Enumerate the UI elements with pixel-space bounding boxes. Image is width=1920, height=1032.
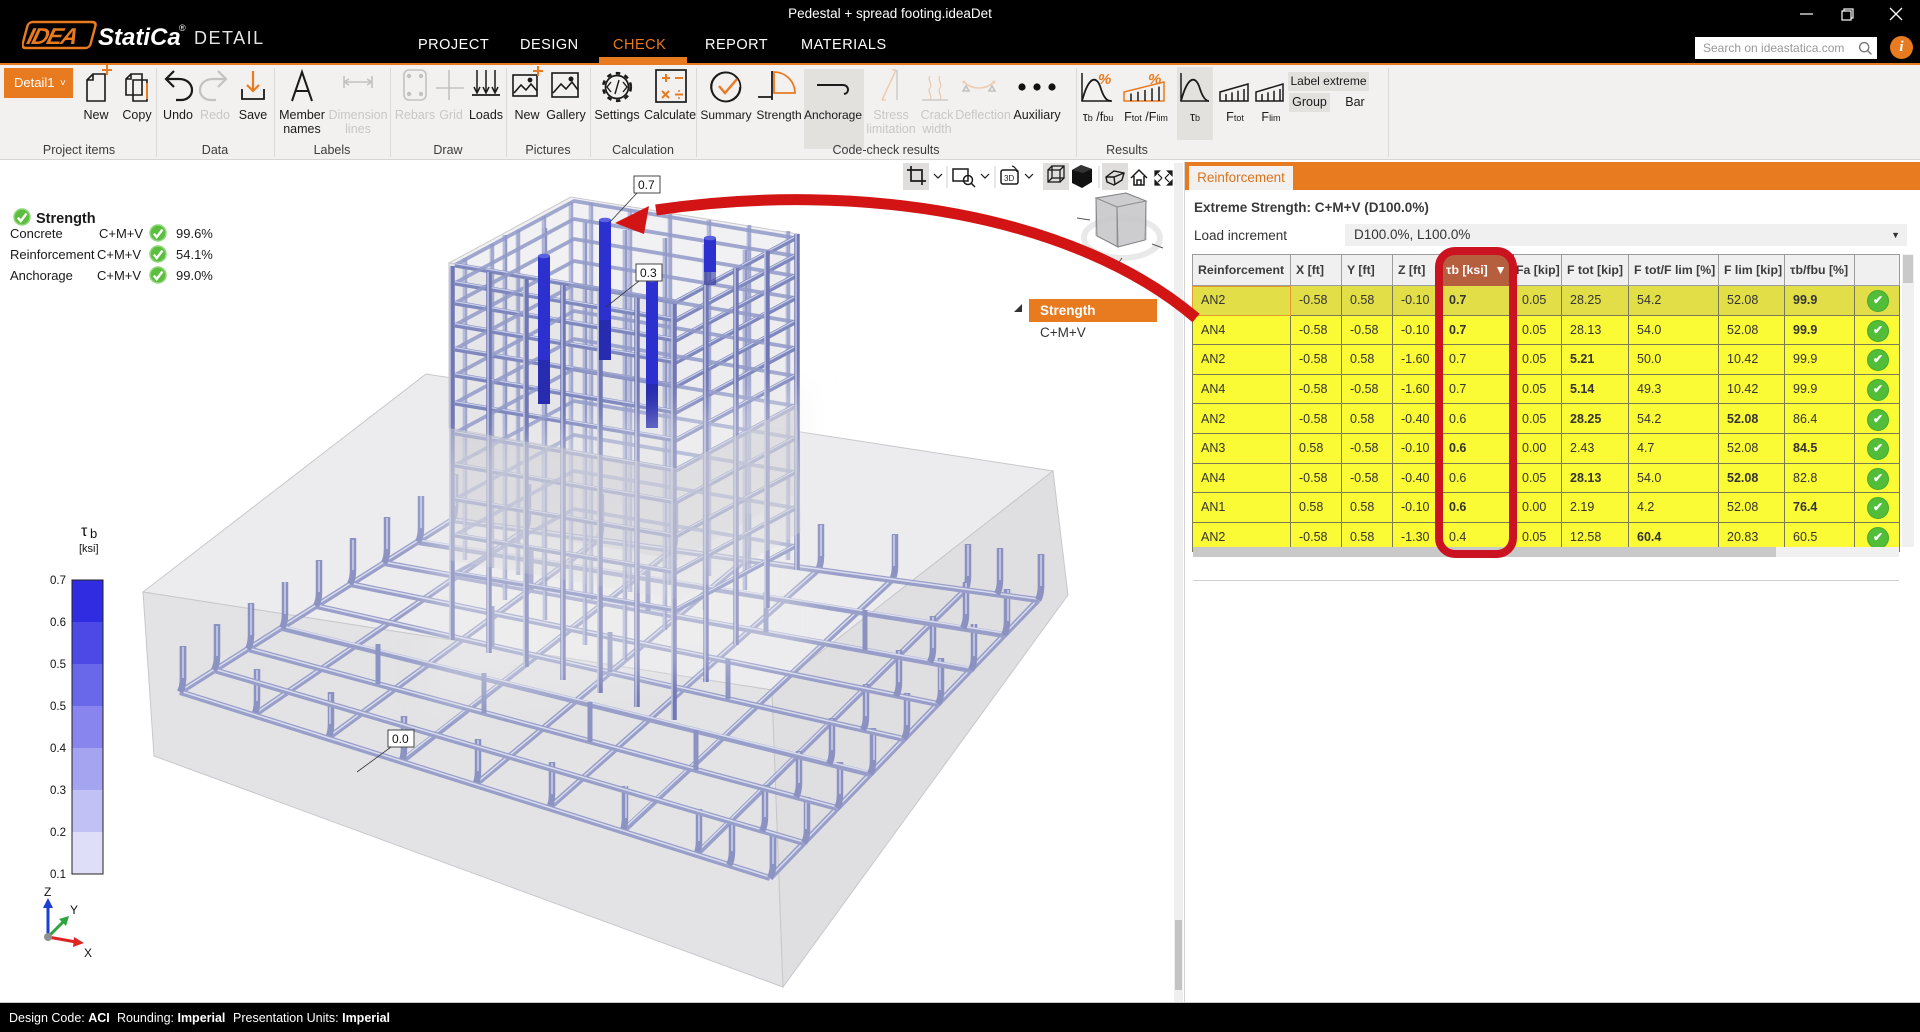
svg-text:54.1%: 54.1%	[176, 247, 213, 262]
svg-text:C+M+V: C+M+V	[1040, 325, 1086, 340]
svg-text:DETAIL: DETAIL	[194, 28, 265, 48]
svg-text:0.0: 0.0	[392, 732, 409, 746]
svg-text:Y: Y	[70, 903, 78, 917]
svg-text:IDEA: IDEA	[24, 23, 80, 49]
svg-text:0.5: 0.5	[50, 701, 66, 713]
svg-text:0.4: 0.4	[50, 743, 67, 755]
svg-text:Anchorage: Anchorage	[10, 268, 73, 283]
svg-text:®: ®	[179, 23, 186, 33]
svg-text:Reinforcement: Reinforcement	[10, 247, 95, 262]
svg-text:0.5: 0.5	[50, 659, 66, 671]
svg-text:0.3: 0.3	[640, 266, 657, 280]
svg-text:0.2: 0.2	[50, 827, 66, 839]
svg-text:C+M+V: C+M+V	[97, 268, 141, 283]
svg-text:StatiCa: StatiCa	[98, 24, 181, 50]
svg-text:[ksi]: [ksi]	[79, 543, 99, 555]
svg-text:Z: Z	[44, 885, 51, 899]
svg-text:X: X	[84, 946, 92, 960]
svg-text:b: b	[90, 526, 97, 541]
svg-text:C+M+V: C+M+V	[97, 247, 141, 262]
svg-text:%: %	[1148, 71, 1161, 88]
svg-text:C+M+V: C+M+V	[99, 226, 143, 241]
svg-text:Concrete: Concrete	[10, 226, 63, 241]
svg-text:0.7: 0.7	[50, 575, 66, 587]
svg-text:0.3: 0.3	[50, 785, 66, 797]
svg-text:Strength: Strength	[36, 211, 96, 227]
svg-text:%: %	[1098, 71, 1111, 88]
svg-text:99.0%: 99.0%	[176, 268, 213, 283]
svg-text:0.7: 0.7	[638, 178, 655, 192]
svg-text:τ: τ	[81, 523, 88, 540]
svg-text:Strength: Strength	[1040, 303, 1096, 318]
svg-text:0.1: 0.1	[50, 869, 66, 881]
svg-text:99.6%: 99.6%	[176, 226, 213, 241]
svg-text:3D: 3D	[1004, 174, 1014, 183]
svg-text:0.6: 0.6	[50, 617, 66, 629]
